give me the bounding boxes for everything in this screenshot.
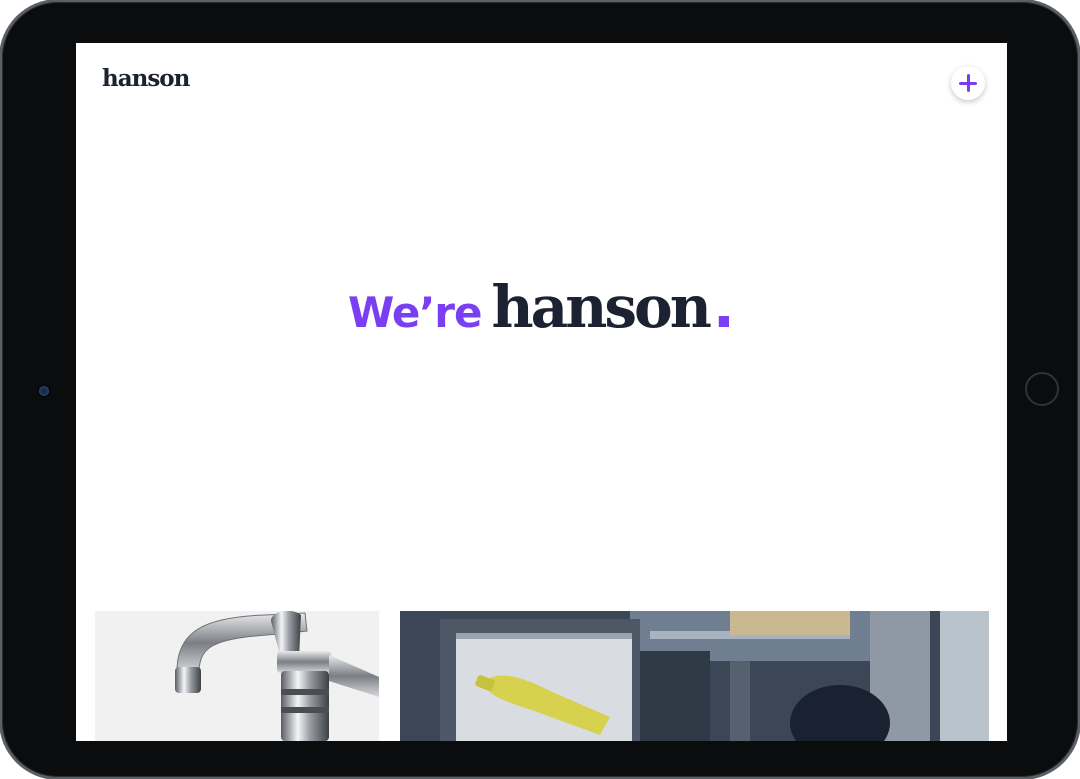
hero-dot: .	[712, 273, 735, 341]
faucet-image	[175, 611, 379, 741]
front-camera	[39, 386, 49, 396]
hero-lead-text: We’re	[348, 288, 482, 337]
hero-brand-text: hanson	[491, 273, 711, 341]
gallery-tile-faucet[interactable]	[95, 611, 379, 741]
gallery-tile-factory[interactable]	[400, 611, 989, 741]
home-button[interactable]	[1025, 372, 1059, 406]
tablet-frame: hanson We’re hanson.	[2, 2, 1078, 777]
site-logo[interactable]: hanson	[102, 65, 190, 92]
hero-headline: We’re hanson.	[76, 273, 1007, 341]
factory-image	[400, 611, 989, 741]
screen: hanson We’re hanson.	[76, 43, 1007, 741]
menu-button[interactable]	[951, 66, 985, 100]
